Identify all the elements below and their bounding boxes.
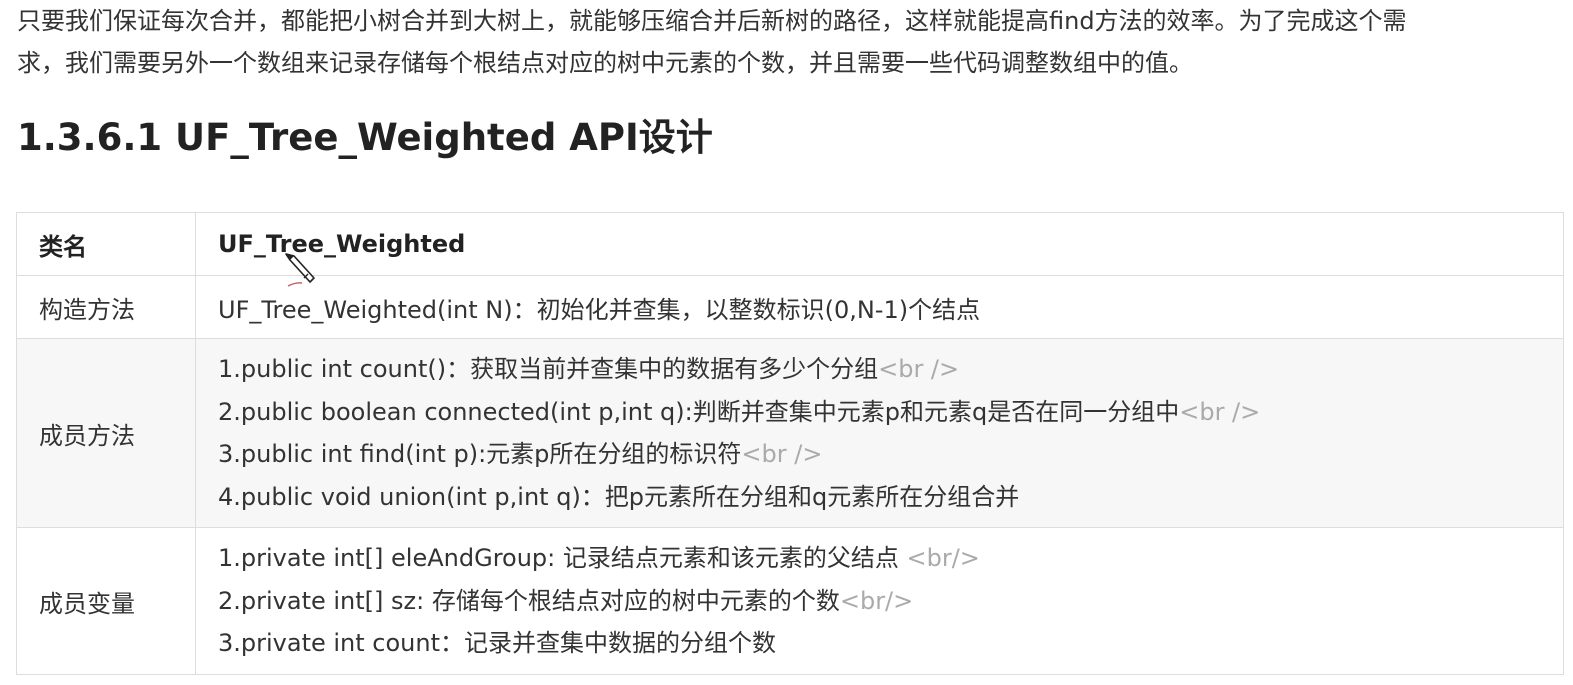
table-row-constructor: 构造方法 UF_Tree_Weighted(int N)：初始化并查集，以整数标… [16,275,1564,339]
table-row-fields: 成员变量 1.private int[] eleAndGroup: 记录结点元素… [16,527,1564,675]
api-table: 类名 UF_Tree_Weighted 构造方法 UF_Tree_Weighte… [16,212,1564,675]
field-item: 2.private int[] sz: 存储每个根结点对应的树中元素的个数<br… [218,586,914,615]
method-item: 4.public void union(int p,int q)：把p元素所在分… [218,482,1020,511]
method-item: 2.public boolean connected(int p,int q):… [218,397,1261,426]
class-name: UF_Tree_Weighted [195,212,1564,276]
intro-line-2: 求，我们需要另外一个数组来记录存储每个根结点对应的树中元素的个数，并且需要一些代… [17,49,1193,77]
methods-list: 1.public int count()：获取当前并查集中的数据有多少个分组<b… [195,338,1564,528]
constructor-value: UF_Tree_Weighted(int N)：初始化并查集，以整数标识(0,N… [195,275,1564,339]
field-item: 3.private int count：记录并查集中数据的分组个数 [218,629,777,658]
methods-label: 成员方法 [16,338,196,528]
method-item: 1.public int count()：获取当前并查集中的数据有多少个分组<b… [218,355,960,383]
method-item: 3.public int find(int p):元素p所在分组的标识符<br … [218,440,823,468]
fields-label: 成员变量 [16,527,196,675]
fields-list: 1.private int[] eleAndGroup: 记录结点元素和该元素的… [195,527,1564,675]
class-label: 类名 [16,212,196,276]
table-row-class: 类名 UF_Tree_Weighted [16,212,1564,276]
section-heading: 1.3.6.1 UF_Tree_Weighted API设计 [17,116,713,159]
constructor-label: 构造方法 [16,275,196,339]
field-item: 1.private int[] eleAndGroup: 记录结点元素和该元素的… [218,544,980,573]
pencil-cursor-icon [284,252,318,292]
intro-paragraph: 只要我们保证每次合并，都能把小树合并到大树上，就能够压缩合并后新树的路径，这样就… [17,0,1562,84]
table-row-methods: 成员方法 1.public int count()：获取当前并查集中的数据有多少… [16,338,1564,528]
intro-line-1: 只要我们保证每次合并，都能把小树合并到大树上，就能够压缩合并后新树的路径，这样就… [17,7,1407,35]
